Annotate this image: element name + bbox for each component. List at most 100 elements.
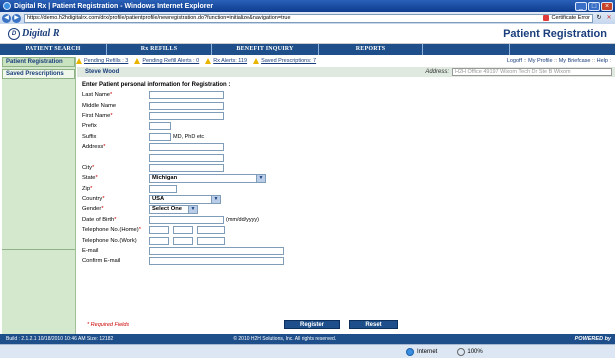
- first-name-field[interactable]: [149, 111, 224, 120]
- app-header: D Digital R Patient Registration: [0, 24, 615, 44]
- phone-home-label: Telephone No.(Home): [82, 227, 139, 234]
- help-link[interactable]: Help: [597, 58, 608, 64]
- globe-icon: [406, 347, 414, 356]
- row-email: E-mail: [82, 246, 602, 256]
- row-dob: Date of Birth* (mm/dd/yyyy): [82, 215, 259, 224]
- phone-home-line-field[interactable]: [197, 226, 225, 235]
- alert-pending-refill-alerts[interactable]: Pending Refill Alerts : 0: [134, 58, 199, 64]
- dob-hint: (mm/dd/yyyy): [226, 216, 259, 223]
- menu-reports[interactable]: REPORTS: [319, 44, 423, 55]
- country-value: USA: [152, 196, 165, 203]
- suffix-field[interactable]: [149, 132, 171, 141]
- country-select[interactable]: USA ▼: [149, 194, 221, 204]
- alert-pending-refills[interactable]: Pending Refills : 3: [76, 58, 128, 64]
- state-label: State: [82, 175, 96, 182]
- sidebar: Patient Registration Saved Prescriptions: [2, 57, 76, 334]
- row-country: Country* USA ▼: [82, 194, 602, 204]
- certificate-error-icon[interactable]: [543, 15, 550, 21]
- state-select[interactable]: Michigan ▼: [149, 173, 266, 183]
- minimize-button[interactable]: _: [575, 1, 587, 11]
- middle-name-label: Middle Name: [82, 102, 117, 109]
- phone-home-prefix-field[interactable]: [173, 226, 193, 235]
- alert-saved-prescriptions[interactable]: Saved Prescriptions: 7: [253, 58, 316, 64]
- alert-label[interactable]: Rx Alerts: 119: [213, 58, 247, 64]
- certificate-error-label[interactable]: Certificate Error: [551, 15, 590, 21]
- row-confirm-email: Confirm E-mail: [82, 256, 602, 266]
- country-label: Country: [82, 196, 103, 203]
- window-controls: _ □ ×: [575, 1, 613, 11]
- row-phone-work: Telephone No.(Work): [82, 235, 602, 245]
- phone-work-prefix-field[interactable]: [173, 236, 193, 245]
- gender-value: Select One: [152, 206, 182, 213]
- prefix-label: Prefix: [82, 123, 97, 130]
- first-name-label: First Name: [82, 112, 111, 119]
- gender-label: Gender: [82, 206, 102, 213]
- prefix-field[interactable]: [149, 122, 171, 131]
- row-phone-home: Telephone No.(Home)*: [82, 225, 602, 235]
- suffix-hint: MD, PhD etc: [173, 133, 205, 140]
- page-footer: Build : 2.1.2.1 10/18/2010 10:46 AM Size…: [0, 334, 615, 344]
- address-line1-field[interactable]: [149, 143, 224, 152]
- row-city: City*: [82, 163, 602, 173]
- menu-benefit-inquiry[interactable]: BENEFIT INQUIRY: [212, 44, 319, 55]
- confirm-email-label: Confirm E-mail: [82, 258, 121, 265]
- refresh-icon[interactable]: ↻: [595, 14, 603, 22]
- warning-icon: [134, 58, 141, 64]
- url-text: https://demo.h2hdigitalrx.com/drx/profil…: [27, 15, 291, 21]
- last-name-field[interactable]: [149, 91, 224, 100]
- phone-work-area-field[interactable]: [149, 236, 169, 245]
- url-field[interactable]: https://demo.h2hdigitalrx.com/drx/profil…: [24, 13, 593, 23]
- row-prefix: Prefix: [82, 121, 602, 131]
- stop-icon[interactable]: ✕: [605, 14, 613, 22]
- zone-label: Internet: [417, 348, 438, 355]
- build-info: Build : 2.1.2.1 10/18/2010 10:46 AM Size…: [6, 336, 114, 342]
- logo-text: Digital R: [22, 28, 60, 39]
- zoom-control[interactable]: 100%: [457, 347, 483, 356]
- back-arrow-icon[interactable]: ◀: [2, 13, 11, 23]
- alert-label[interactable]: Saved Prescriptions: 7: [261, 58, 316, 64]
- address-select[interactable]: H2H Office 49197 Wixom Tech Dr Ste B Wix…: [452, 68, 612, 76]
- sidebar-divider: [2, 249, 75, 250]
- maximize-button[interactable]: □: [588, 1, 600, 11]
- my-briefcase-link[interactable]: My Briefcase: [559, 58, 591, 64]
- phone-work-line-field[interactable]: [197, 236, 225, 245]
- email-field[interactable]: [149, 247, 284, 256]
- warning-icon: [205, 58, 212, 64]
- close-button[interactable]: ×: [601, 1, 613, 11]
- top-links: Logoff :: My Profile :: My Briefcase :: …: [506, 58, 611, 64]
- sidebar-item-saved-prescriptions[interactable]: Saved Prescriptions: [2, 69, 75, 79]
- powered-by-logo: POWERED by: [574, 336, 611, 342]
- address-label: Address:: [425, 69, 449, 75]
- required-fields-note: * Required Fields: [87, 322, 130, 328]
- alert-label[interactable]: Pending Refills : 3: [84, 58, 128, 64]
- logoff-link[interactable]: Logoff: [507, 58, 522, 64]
- ie-logo-icon: [3, 2, 11, 10]
- row-middle-name: Middle Name: [82, 100, 602, 110]
- chevron-down-icon: ▼: [211, 195, 220, 203]
- digital-rx-logo: D Digital R: [8, 27, 60, 40]
- security-zone[interactable]: Internet: [400, 347, 438, 356]
- phone-home-area-field[interactable]: [149, 226, 169, 235]
- menu-rx-refills[interactable]: Rx REFILLS: [107, 44, 212, 55]
- ie-status-bar: Internet 100%: [0, 344, 615, 358]
- reset-button[interactable]: Reset: [349, 320, 398, 329]
- address-line2-field[interactable]: [149, 153, 224, 162]
- alert-rx-alerts[interactable]: Rx Alerts: 119: [205, 58, 247, 64]
- sidebar-item-patient-registration[interactable]: Patient Registration: [2, 57, 75, 67]
- zip-field[interactable]: [149, 184, 177, 193]
- register-button[interactable]: Register: [284, 320, 340, 329]
- middle-name-field[interactable]: [149, 101, 224, 110]
- address-bar: ◀ ▶ https://demo.h2hdigitalrx.com/drx/pr…: [0, 12, 615, 24]
- copyright: © 2010 H2H Solutions, Inc. All rights re…: [233, 336, 337, 342]
- menu-patient-search[interactable]: PATIENT SEARCH: [0, 44, 107, 55]
- form-title: Enter Patient personal information for R…: [82, 82, 231, 88]
- alert-label[interactable]: Pending Refill Alerts : 0: [142, 58, 199, 64]
- page-title: Patient Registration: [503, 27, 607, 40]
- forward-arrow-icon[interactable]: ▶: [12, 13, 21, 23]
- gender-select[interactable]: Select One ▼: [149, 204, 198, 214]
- my-profile-link[interactable]: My Profile: [528, 58, 552, 64]
- confirm-email-field[interactable]: [149, 257, 284, 266]
- dob-field[interactable]: [149, 215, 224, 224]
- row-address-2: [82, 152, 602, 162]
- city-field[interactable]: [149, 163, 224, 172]
